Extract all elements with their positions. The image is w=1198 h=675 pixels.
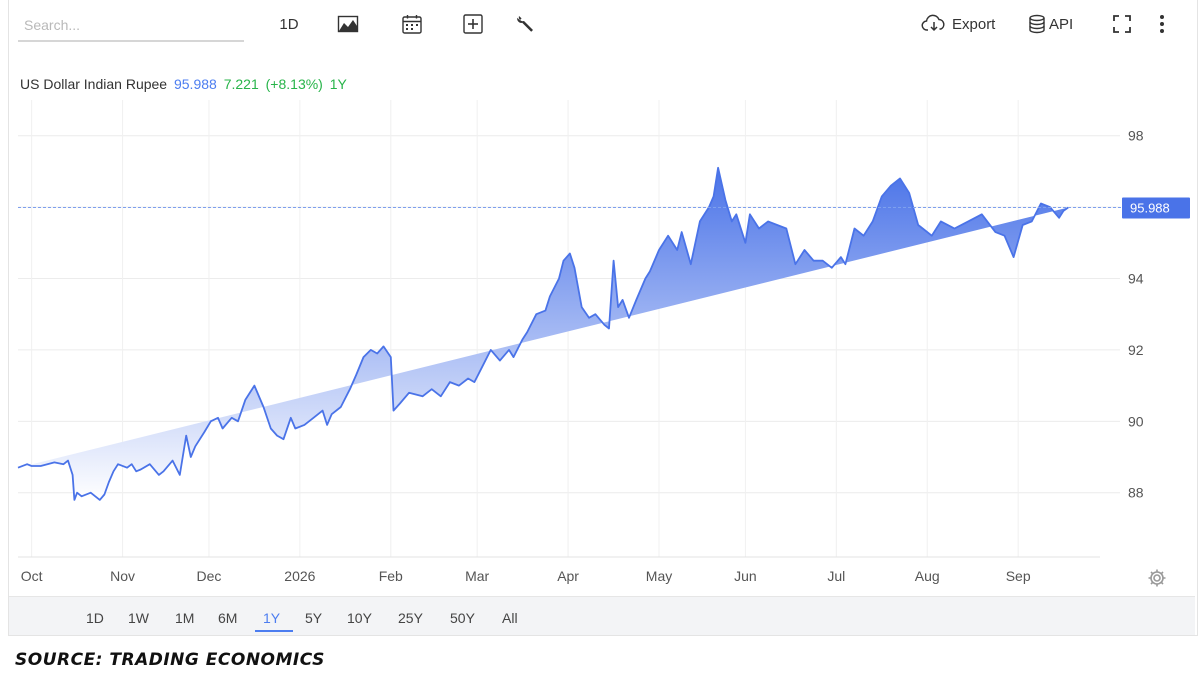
last-value-tag-label: 95.988	[1130, 201, 1170, 216]
range-button-1m[interactable]: 1M	[175, 610, 194, 626]
price-chart[interactable]: 88 90 92 94 98 95.988 Oct Nov Dec 2026 Feb Mar Apr Ma…	[0, 0, 1198, 600]
y-tick-label: 92	[1128, 342, 1144, 358]
y-tick-label: 94	[1128, 271, 1144, 287]
x-tick-label: Oct	[21, 568, 43, 584]
range-button-1y[interactable]: 1Y	[263, 610, 280, 626]
x-tick-label: Nov	[110, 568, 135, 584]
series-area	[18, 167, 1069, 500]
gear-icon	[1148, 569, 1166, 587]
y-tick-label: 90	[1128, 413, 1144, 429]
x-tick-label: Jul	[827, 568, 845, 584]
x-tick-label: Sep	[1006, 568, 1031, 584]
range-button-25y[interactable]: 25Y	[398, 610, 423, 626]
y-tick-label: 98	[1128, 128, 1144, 144]
source-caption: Source: Trading Economics	[15, 650, 325, 670]
x-tick-label: Dec	[196, 568, 221, 584]
x-tick-label: Feb	[379, 568, 403, 584]
range-button-1d[interactable]: 1D	[86, 610, 104, 626]
x-tick-label: Apr	[557, 568, 579, 584]
x-tick-label: 2026	[284, 568, 315, 584]
range-button-1w[interactable]: 1W	[128, 610, 149, 626]
range-button-10y[interactable]: 10Y	[347, 610, 372, 626]
x-tick-label: Jun	[734, 568, 757, 584]
range-button-all[interactable]: All	[502, 610, 518, 626]
range-button-6m[interactable]: 6M	[218, 610, 237, 626]
range-button-5y[interactable]: 5Y	[305, 610, 322, 626]
y-tick-label: 88	[1128, 485, 1144, 501]
x-tick-label: Aug	[915, 568, 940, 584]
active-range-underline	[255, 630, 293, 632]
x-tick-label: Mar	[465, 568, 489, 584]
chart-settings-button[interactable]	[1145, 566, 1169, 590]
x-tick-label: May	[646, 568, 672, 584]
range-button-50y[interactable]: 50Y	[450, 610, 475, 626]
